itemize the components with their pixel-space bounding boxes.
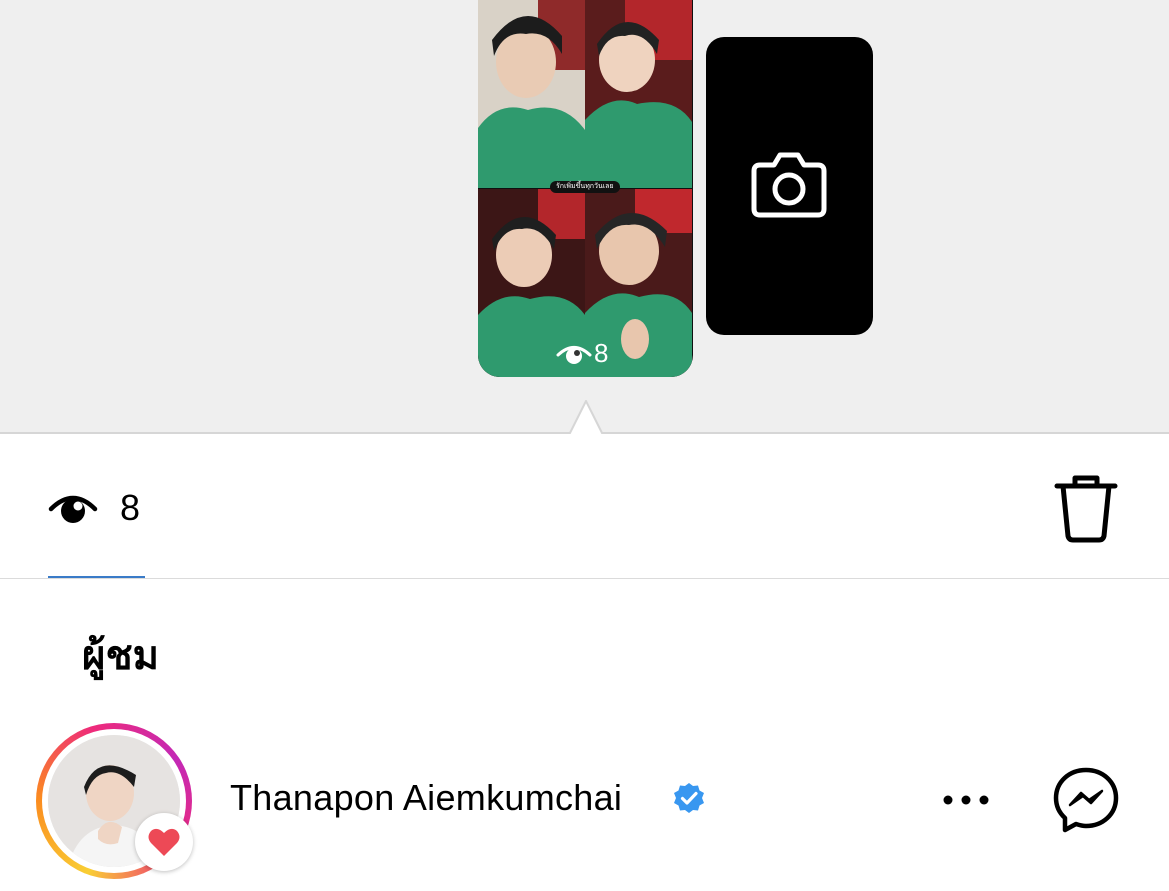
story-photo-1 — [478, 0, 585, 188]
thumbnail-view-number: 8 — [594, 338, 609, 368]
story-thumbnail[interactable]: รักเพิ่มขึ้นทุกวันเลย 8 — [478, 0, 693, 377]
divider — [0, 578, 1169, 579]
viewers-eye-icon[interactable] — [48, 487, 98, 527]
story-tray: รักเพิ่มขึ้นทุกวันเลย 8 — [0, 0, 1169, 436]
story-photo-2 — [585, 0, 692, 188]
camera-icon — [751, 152, 827, 218]
story-stats-bar — [0, 434, 1169, 578]
viewers-section-title: ผู้ชม — [82, 634, 159, 678]
messenger-icon[interactable] — [1052, 766, 1120, 834]
viewer-name[interactable]: Thanapon Aiemkumchai — [230, 776, 622, 820]
verified-badge-icon — [674, 783, 704, 813]
like-reaction-badge — [135, 813, 193, 871]
selection-caret — [548, 400, 624, 436]
viewers-eye-icon — [556, 346, 592, 364]
thumbnail-view-count: 8 — [556, 338, 608, 368]
more-horizontal-icon[interactable] — [942, 792, 990, 808]
heart-icon — [148, 828, 180, 856]
story-caption: รักเพิ่มขึ้นทุกวันเลย — [550, 181, 620, 193]
view-count: 8 — [120, 487, 141, 528]
trash-icon[interactable] — [1053, 472, 1119, 544]
add-story-card[interactable] — [706, 37, 873, 335]
